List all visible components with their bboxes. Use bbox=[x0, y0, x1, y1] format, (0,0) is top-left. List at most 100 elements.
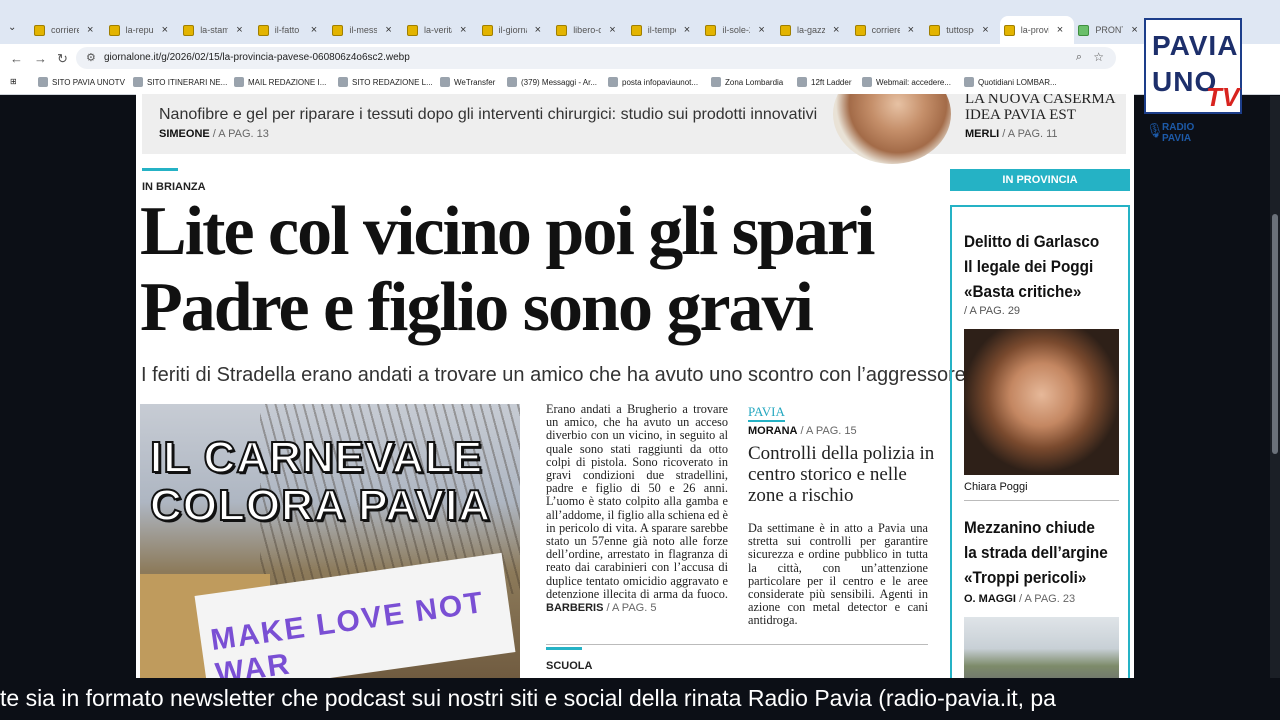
tab-close-icon[interactable]: × bbox=[758, 24, 764, 36]
tab-close-icon[interactable]: × bbox=[535, 24, 541, 36]
browser-tab[interactable]: tuttosport × bbox=[925, 19, 1000, 41]
teaser-subtitle: Nanofibre e gel per riparare i tessuti d… bbox=[159, 106, 818, 123]
bookmark-star-icon[interactable]: ☆ bbox=[1093, 50, 1104, 64]
back-icon[interactable]: ← bbox=[10, 51, 23, 66]
bookmark-label: SITO PAVIA UNOTV bbox=[52, 77, 125, 87]
browser-tab[interactable]: la-stampa × bbox=[179, 19, 254, 41]
apps-icon[interactable]: ⊞ bbox=[10, 77, 17, 86]
browser-tab[interactable]: PRONT × bbox=[1074, 19, 1149, 41]
browser-tab[interactable]: la-repubblica × bbox=[105, 19, 180, 41]
bookmark-item[interactable]: SITO REDAZIONE L... bbox=[338, 77, 433, 87]
tab-close-icon[interactable]: × bbox=[684, 24, 690, 36]
bookmark-label: MAIL REDAZIONE I... bbox=[248, 77, 327, 87]
browser-tab[interactable]: il-sole-24 × bbox=[701, 19, 776, 41]
tab-favicon-icon bbox=[929, 24, 941, 36]
browser-tab[interactable]: la-provincia × bbox=[999, 16, 1075, 44]
tab-favicon-icon bbox=[108, 24, 120, 36]
tab-title: corriere bbox=[51, 25, 79, 35]
tab-title: il-messaggero bbox=[349, 25, 378, 35]
browser-tab[interactable]: corriere × bbox=[30, 19, 105, 41]
tab-close-icon[interactable]: × bbox=[833, 24, 839, 36]
zoom-icon[interactable]: ⌕ bbox=[1076, 51, 1082, 64]
tab-close-icon[interactable]: × bbox=[311, 24, 317, 36]
radio-pavia-logo: RADIO PAVIA bbox=[1162, 122, 1195, 144]
bookmark-label: posta infopaviaunot... bbox=[622, 77, 699, 87]
browser-tab[interactable]: il-giornale × bbox=[478, 19, 553, 41]
tab-close-icon[interactable]: × bbox=[460, 24, 466, 36]
bookmark-favicon-icon bbox=[440, 77, 450, 87]
tab-title: la-verita bbox=[424, 25, 452, 35]
sidebar-headline-2: Mezzanino chiude la strada dell’argine «… bbox=[964, 518, 1108, 587]
tab-favicon-icon bbox=[556, 24, 568, 36]
site-info-icon[interactable]: ⚙ bbox=[86, 51, 96, 64]
tab-close-icon[interactable]: × bbox=[87, 24, 93, 36]
tab-close-icon[interactable]: × bbox=[385, 24, 391, 36]
bookmark-item[interactable]: posta infopaviaunot... bbox=[608, 77, 698, 87]
reload-icon[interactable]: ↻ bbox=[57, 51, 68, 67]
article-author: BARBERIS / A PAG. 5 bbox=[546, 602, 657, 615]
browser-tab[interactable]: il-tempo × bbox=[627, 19, 702, 41]
tab-favicon-icon bbox=[1078, 24, 1090, 36]
bookmark-item[interactable]: MAIL REDAZIONE I... bbox=[234, 77, 326, 87]
forward-icon[interactable]: → bbox=[34, 51, 47, 66]
bookmark-item[interactable]: 12ft Ladder bbox=[797, 77, 851, 87]
tab-close-icon[interactable]: × bbox=[236, 24, 242, 36]
bookmark-item[interactable]: WeTransfer bbox=[440, 77, 495, 87]
tab-search-icon[interactable]: ⌄ bbox=[8, 22, 16, 33]
scrollbar-thumb[interactable] bbox=[1272, 214, 1278, 454]
tab-favicon-icon bbox=[854, 24, 866, 36]
bookmark-item[interactable]: Zona Lombardia bbox=[711, 77, 783, 87]
tab-close-icon[interactable]: × bbox=[162, 24, 168, 36]
tab-close-icon[interactable]: × bbox=[609, 24, 615, 36]
tab-close-icon[interactable]: × bbox=[1057, 24, 1063, 36]
divider bbox=[964, 500, 1119, 501]
browser-tab[interactable]: il-fatto × bbox=[254, 19, 329, 41]
news-ticker: te sia in formato newsletter che podcast… bbox=[0, 678, 1280, 720]
tab-title: il-giornale bbox=[498, 25, 527, 35]
kicker-accent bbox=[142, 168, 178, 171]
bookmark-favicon-icon bbox=[711, 77, 721, 87]
sidebar-box: Delitto di Garlasco Il legale dei Poggi … bbox=[950, 205, 1130, 678]
school-accent bbox=[546, 647, 582, 650]
browser-tab[interactable]: libero-q × bbox=[552, 19, 627, 41]
browser-tab[interactable]: corriere × bbox=[851, 19, 926, 41]
bookmark-item[interactable]: SITO PAVIA UNOTV bbox=[38, 77, 125, 87]
tab-title: il-tempo bbox=[647, 25, 676, 35]
address-bar[interactable]: ⚙ giornalone.it/g/2026/02/15/la-provinci… bbox=[76, 47, 1116, 69]
bookmark-item[interactable]: (379) Messaggi - Ar... bbox=[507, 77, 597, 87]
tab-title: il-fatto bbox=[274, 25, 300, 35]
bookmark-favicon-icon bbox=[133, 77, 143, 87]
bookmark-label: 12ft Ladder bbox=[811, 77, 852, 87]
pavia-headline: Controlli della polizia in centro storic… bbox=[748, 443, 935, 506]
browser-tab[interactable]: il-messaggero × bbox=[328, 19, 403, 41]
paviauno-tv-logo: PAVIA UNO TV 🎙 RADIO PAVIA bbox=[1144, 18, 1244, 148]
bookmark-label: WeTransfer bbox=[454, 77, 496, 87]
url-text[interactable]: giornalone.it/g/2026/02/15/la-provincia-… bbox=[104, 52, 410, 63]
newspaper-page: Nanofibre e gel per riparare i tessuti d… bbox=[136, 94, 1134, 678]
bookmark-item[interactable]: Webmail: accedere... bbox=[862, 77, 951, 87]
road-photo bbox=[964, 617, 1119, 678]
section-label-pavia: PAVIA bbox=[748, 404, 785, 422]
teaser-right-headline: LA NUOVA CASERMA IDEA PAVIA EST bbox=[965, 94, 1115, 123]
bookmark-item[interactable]: SITO ITINERARI NE... bbox=[133, 77, 227, 87]
tab-close-icon[interactable]: × bbox=[908, 24, 914, 36]
tab-favicon-icon bbox=[407, 24, 418, 36]
pavia-article-body: Da settimane è in atto a Pavia una stret… bbox=[748, 521, 928, 628]
teaser-right-author: MERLI / A PAG. 11 bbox=[965, 128, 1058, 140]
kicker: IN BRIANZA bbox=[142, 181, 206, 193]
bookmark-favicon-icon bbox=[234, 77, 244, 87]
pavia-author: MORANA / A PAG. 15 bbox=[748, 425, 857, 437]
tab-favicon-icon bbox=[1003, 24, 1015, 36]
bookmark-label: (379) Messaggi - Ar... bbox=[521, 77, 598, 87]
tab-title: la-stampa bbox=[200, 25, 229, 35]
tab-favicon-icon bbox=[34, 24, 45, 36]
bookmark-item[interactable]: Quotidiani LOMBAR... bbox=[964, 77, 1057, 87]
browser-tab[interactable]: la-verita × bbox=[403, 19, 478, 41]
scrollbar[interactable] bbox=[1270, 96, 1280, 678]
sidebar-page-1: / A PAG. 29 bbox=[964, 305, 1021, 317]
sidebar-header: IN PROVINCIA bbox=[950, 169, 1130, 191]
teaser-author: SIMEONE / A PAG. 13 bbox=[159, 128, 269, 140]
tab-close-icon[interactable]: × bbox=[982, 24, 988, 36]
tab-close-icon[interactable]: × bbox=[1131, 24, 1137, 36]
browser-tab[interactable]: la-gazzetta × bbox=[776, 19, 851, 41]
